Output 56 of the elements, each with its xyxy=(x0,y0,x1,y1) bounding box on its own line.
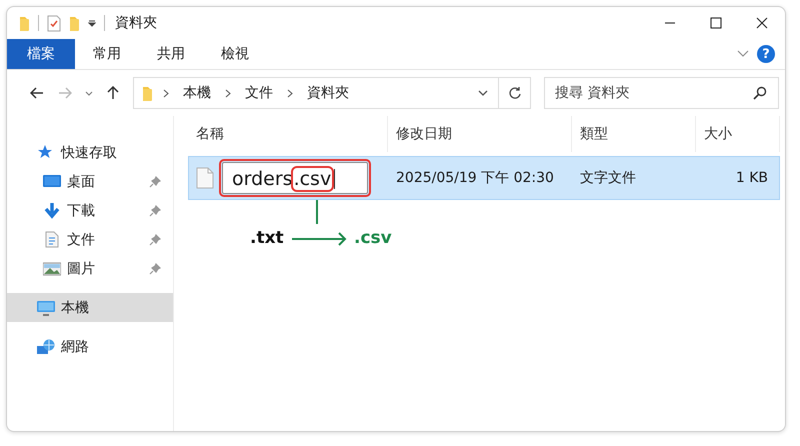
column-header[interactable]: 名稱 xyxy=(188,116,388,152)
rename-field[interactable]: orders.csv xyxy=(222,162,368,194)
download-icon xyxy=(43,202,61,219)
desktop-icon xyxy=(43,173,61,190)
folder-icon xyxy=(142,84,153,102)
help-button[interactable]: ? xyxy=(757,45,775,63)
refresh-icon xyxy=(508,86,522,100)
ribbon-tab[interactable]: 常用 xyxy=(75,39,139,69)
sidebar-item[interactable]: 網路 xyxy=(7,332,173,361)
chevron-right-icon[interactable] xyxy=(163,88,169,98)
leader-line xyxy=(316,200,318,224)
close-icon xyxy=(756,17,768,29)
column-header[interactable]: 大小 xyxy=(696,116,780,152)
back-arrow-icon xyxy=(30,87,44,99)
ribbon-tab[interactable]: 共用 xyxy=(139,39,203,69)
chevron-down-icon[interactable] xyxy=(478,90,488,96)
sidebar-item[interactable]: 本機 xyxy=(7,293,173,322)
breadcrumb[interactable]: 資料夾 xyxy=(303,84,353,102)
checklist-icon[interactable] xyxy=(47,14,61,32)
new-extension-label: .csv xyxy=(354,228,392,248)
sidebar-item[interactable]: 圖片 xyxy=(7,254,173,283)
computer-icon xyxy=(37,299,55,316)
forward-arrow-icon xyxy=(58,87,72,99)
sidebar-item[interactable]: 文件 xyxy=(7,225,173,254)
breadcrumb[interactable]: 文件 xyxy=(241,84,277,102)
ribbon-tab[interactable]: 檔案 xyxy=(7,39,75,69)
modified-date-cell-text: 2025/05/19 下午 02:30 xyxy=(395,169,555,187)
file-name-text: orders xyxy=(232,168,293,190)
search-icon[interactable] xyxy=(753,86,767,100)
sidebar-item[interactable]: 桌面 xyxy=(7,167,173,196)
pictures-icon xyxy=(43,260,61,277)
sidebar-item[interactable]: 快速存取 xyxy=(7,138,173,167)
chevron-down-icon xyxy=(85,90,93,96)
file-size-cell-text: 1 KB xyxy=(734,170,769,186)
file-row[interactable]: orders.csv 2025/05/19 下午 02:30 文字文件 1 KB xyxy=(188,156,780,200)
chevron-down-icon[interactable] xyxy=(737,50,749,58)
network-icon xyxy=(37,338,55,355)
file-icon xyxy=(196,167,214,189)
file-type-cell-text: 文字文件 xyxy=(579,169,637,187)
sidebar-item[interactable]: 下載 xyxy=(7,196,173,225)
up-arrow-icon xyxy=(107,86,119,100)
chevron-right-icon[interactable] xyxy=(225,88,231,98)
document-icon xyxy=(43,231,61,248)
arrow-icon xyxy=(292,232,348,246)
breadcrumb[interactable]: 本機 xyxy=(179,84,215,102)
address-bar[interactable]: 本機 文件 資料夾 xyxy=(133,77,531,109)
maximize-icon xyxy=(710,17,722,29)
chevron-right-icon[interactable] xyxy=(287,88,293,98)
old-extension-label: .txt xyxy=(250,228,284,248)
search-field[interactable]: 搜尋 資料夾 xyxy=(544,77,779,109)
file-extension-text: .csv xyxy=(292,168,332,190)
ribbon-tab[interactable]: 檢視 xyxy=(203,39,267,69)
column-header[interactable]: 修改日期 xyxy=(388,116,572,152)
column-header[interactable]: 類型 xyxy=(572,116,696,152)
dropdown-icon[interactable] xyxy=(88,19,96,27)
window-title: 資料夾 xyxy=(115,14,157,32)
